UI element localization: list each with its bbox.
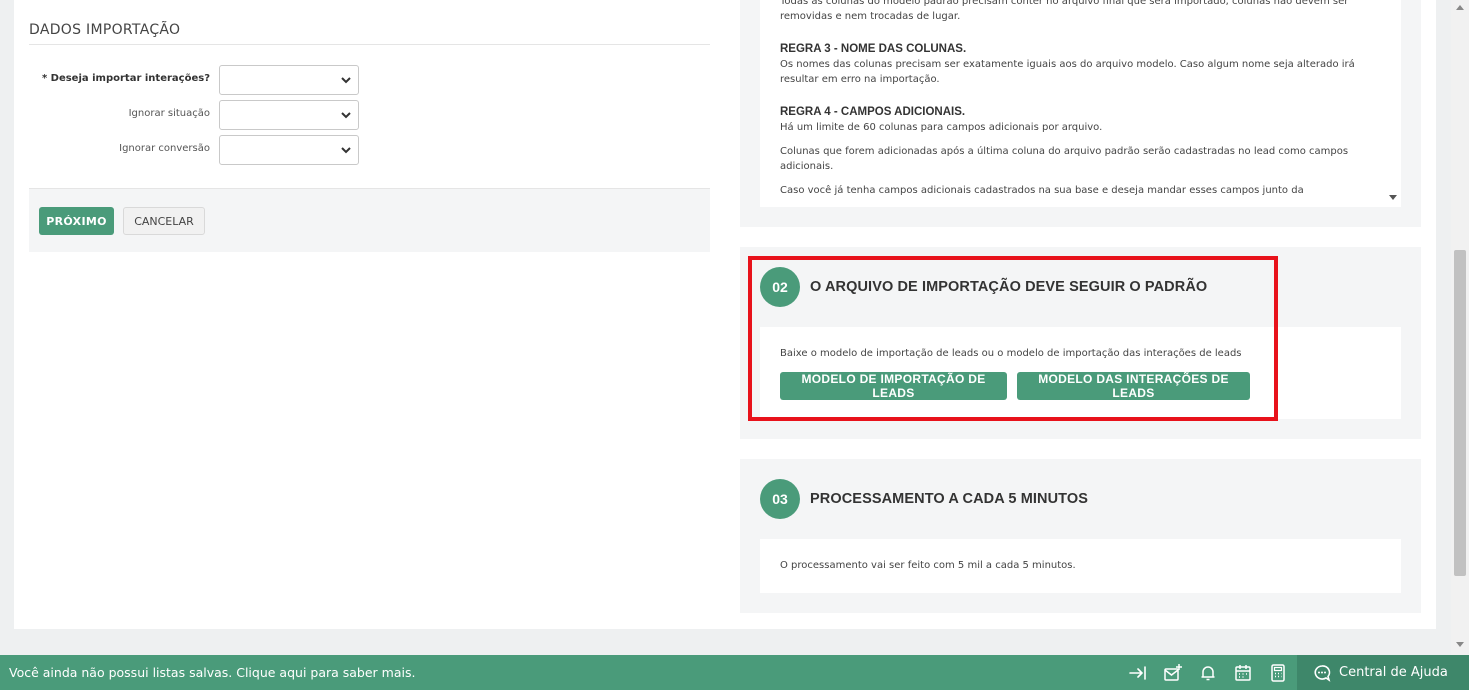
step2-text: Baixe o modelo de importação de leads ou… <box>780 348 1242 359</box>
collapse-right-icon[interactable] <box>1128 663 1148 683</box>
rules-scroll-box[interactable]: Todas as colunas do modelo padrão precis… <box>760 0 1401 207</box>
step2-title: O ARQUIVO DE IMPORTAÇÃO DEVE SEGUIR O PA… <box>810 279 1208 295</box>
chevron-down-icon <box>341 112 351 119</box>
page-scrollbar[interactable] <box>1451 0 1469 655</box>
step3-text: O processamento vai ser feito com 5 mil … <box>780 560 1076 571</box>
cancel-button[interactable]: CANCELAR <box>123 207 205 235</box>
download-leads-template-button[interactable]: MODELO DE IMPORTAÇÃO DE LEADS <box>780 372 1007 400</box>
rule4-text2: Colunas que forem adicionadas após a últ… <box>780 146 1349 172</box>
chevron-down-icon <box>341 77 351 84</box>
rule4-text1: Há um limite de 60 colunas para campos a… <box>780 122 1103 133</box>
rules-scrollbar[interactable] <box>1385 0 1401 206</box>
help-center-label: Central de Ajuda <box>1339 665 1448 680</box>
field-label-situacao: Ignorar situação <box>128 108 210 119</box>
main-content: DADOS IMPORTAÇÃO * Deseja importar inter… <box>14 0 1436 629</box>
form-row-conversao: Ignorar conversão <box>29 135 710 165</box>
step3-number: 03 <box>760 479 800 519</box>
rules-panel: Todas as colunas do modelo padrão precis… <box>740 0 1421 227</box>
saved-lists-message[interactable]: Você ainda não possui listas salvas. Cli… <box>9 665 415 680</box>
form-actions: PRÓXIMO CANCELAR <box>29 188 710 252</box>
rule4-title: REGRA 4 - CAMPOS ADICIONAIS. <box>780 106 966 118</box>
rule3-text: Os nomes das colunas precisam ser exatam… <box>780 59 1355 85</box>
calculator-icon[interactable] <box>1268 663 1288 683</box>
step3-box: O processamento vai ser feito com 5 mil … <box>760 539 1401 593</box>
bell-icon[interactable] <box>1198 663 1218 683</box>
step3-title: PROCESSAMENTO A CADA 5 MINUTOS <box>810 491 1088 507</box>
chat-help-icon <box>1314 665 1331 682</box>
step2-number: 02 <box>760 267 800 307</box>
rule2-text: Todas as colunas do modelo padrão precis… <box>780 0 1349 22</box>
rules-content: Todas as colunas do modelo padrão precis… <box>760 0 1401 198</box>
select-ignorar-situacao[interactable] <box>219 100 359 130</box>
next-button[interactable]: PRÓXIMO <box>39 207 114 235</box>
download-interactions-template-button[interactable]: MODELO DAS INTERAÇÕES DE LEADS <box>1017 372 1250 400</box>
rule3-title: REGRA 3 - NOME DAS COLUNAS. <box>780 43 967 55</box>
scroll-down-arrow-icon[interactable] <box>1389 195 1397 200</box>
select-ignorar-conversao[interactable] <box>219 135 359 165</box>
select-importar-interacoes[interactable] <box>219 65 359 95</box>
calendar-icon[interactable] <box>1233 663 1253 683</box>
mail-add-icon[interactable] <box>1163 663 1183 683</box>
help-center-button[interactable]: Central de Ajuda <box>1297 655 1469 690</box>
scroll-down-arrow-icon[interactable] <box>1456 642 1464 647</box>
field-label-conversao: Ignorar conversão <box>119 143 210 154</box>
step2-box: Baixe o modelo de importação de leads ou… <box>760 327 1401 419</box>
chevron-down-icon <box>341 147 351 154</box>
rule4-text3: Caso você já tenha campos adicionais cad… <box>780 185 1304 196</box>
section-title: DADOS IMPORTAÇÃO <box>29 22 181 38</box>
scroll-up-arrow-icon[interactable] <box>1456 5 1464 10</box>
form-row-situacao: Ignorar situação <box>29 100 710 130</box>
form-row-interacoes: * Deseja importar interações? <box>29 65 710 95</box>
section-divider <box>29 44 710 45</box>
scrollbar-thumb[interactable] <box>1454 250 1466 576</box>
field-label-interacoes: * Deseja importar interações? <box>41 73 210 84</box>
step2-panel: 02 O ARQUIVO DE IMPORTAÇÃO DEVE SEGUIR O… <box>740 247 1421 439</box>
footer-bar: Você ainda não possui listas salvas. Cli… <box>0 655 1469 690</box>
step3-panel: 03 PROCESSAMENTO A CADA 5 MINUTOS O proc… <box>740 459 1421 613</box>
